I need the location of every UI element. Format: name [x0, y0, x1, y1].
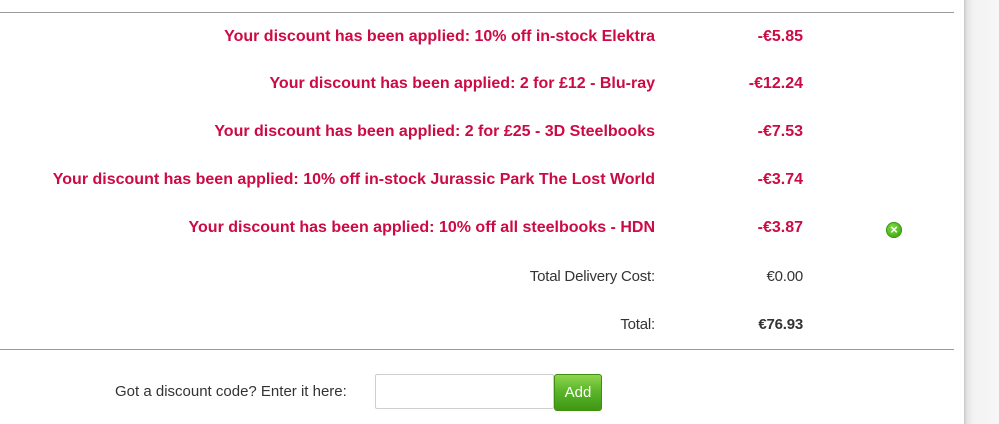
- discount-amount: -€5.85: [757, 28, 803, 45]
- total-value: €76.93: [758, 316, 803, 333]
- delivery-row: Total Delivery Cost: €0.00: [0, 267, 954, 287]
- discount-description: Your discount has been applied: 10% off …: [188, 219, 655, 236]
- discount-description: Your discount has been applied: 10% off …: [224, 28, 655, 45]
- remove-discount-icon[interactable]: ×: [886, 222, 902, 238]
- discount-amount: -€12.24: [748, 75, 803, 92]
- discount-description: Your discount has been applied: 2 for £1…: [269, 75, 655, 92]
- delivery-value: €0.00: [766, 268, 803, 285]
- discount-amount: -€3.87: [757, 219, 803, 236]
- discount-description: Your discount has been applied: 2 for £2…: [214, 123, 655, 140]
- total-label: Total:: [620, 316, 655, 333]
- discount-amount: -€7.53: [757, 123, 803, 140]
- discount-code-input[interactable]: [375, 374, 554, 409]
- total-row: Total: €76.93: [0, 315, 954, 335]
- discount-row: Your discount has been applied: 10% off …: [0, 218, 954, 238]
- discount-row: Your discount has been applied: 10% off …: [0, 27, 954, 47]
- top-divider: [0, 12, 954, 13]
- delivery-label: Total Delivery Cost:: [529, 268, 655, 285]
- discount-row: Your discount has been applied: 2 for £1…: [0, 74, 954, 94]
- discount-description: Your discount has been applied: 10% off …: [52, 171, 655, 188]
- page-edge-shadow: [964, 0, 999, 424]
- discount-row: Your discount has been applied: 10% off …: [0, 170, 954, 190]
- discount-amount: -€3.74: [757, 171, 803, 188]
- discount-code-label: Got a discount code? Enter it here:: [115, 383, 347, 400]
- discount-row: Your discount has been applied: 2 for £2…: [0, 122, 954, 142]
- add-discount-button[interactable]: Add: [554, 374, 602, 411]
- bottom-divider: [0, 349, 954, 350]
